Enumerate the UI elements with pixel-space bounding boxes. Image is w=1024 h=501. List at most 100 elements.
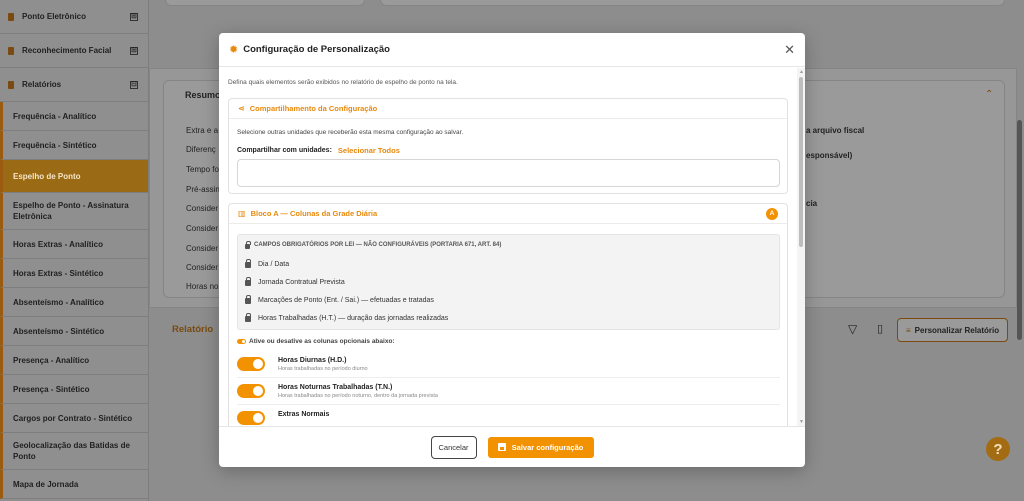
optional-column-name: Extras Normais: [278, 411, 330, 418]
bg-label: cia: [806, 199, 818, 208]
sidebar-item-label: Frequência - Analítico: [13, 111, 97, 121]
summary-title: Resumo: [185, 90, 221, 100]
sidebar-item-horas-extras-analitico[interactable]: Horas Extras - Analítico: [0, 230, 148, 259]
mandatory-item: Marcações de Ponto (Ent. / Sai.) — efetu…: [245, 291, 772, 309]
optional-label-text: Ative ou desative as colunas opcionais a…: [249, 338, 395, 345]
toggle-horas-noturnas[interactable]: [237, 384, 265, 398]
collapse-icon[interactable]: ⊟: [130, 80, 138, 89]
personalize-report-button[interactable]: ≡ Personalizar Relatório: [897, 318, 1009, 342]
mandatory-title-text: CAMPOS OBRIGATÓRIOS POR LEI — NÃO CONFIG…: [254, 242, 502, 248]
sidebar-item-frequencia-sintetico[interactable]: Frequência - Sintético: [0, 131, 148, 160]
document-icon[interactable]: ▯: [877, 322, 883, 335]
mandatory-item: Horas Trabalhadas (H.T.) — duração das j…: [245, 309, 772, 327]
modal-title: Configuração de Personalização: [243, 44, 390, 55]
optional-column-text: Extras Normais: [278, 411, 329, 418]
personalization-modal: ✹ Configuração de Personalização ✕ Defin…: [219, 33, 805, 467]
report-title: Relatório: [172, 324, 214, 335]
sidebar-group-ponto-eletronico[interactable]: Ponto Eletrônico ⊞: [0, 0, 148, 34]
mandatory-fields-box: CAMPOS OBRIGATÓRIOS POR LEI — NÃO CONFIG…: [237, 234, 780, 330]
sidebar-item-label: Presença - Analítico: [13, 355, 90, 365]
optional-column-desc: Horas trabalhadas no período noturno, de…: [278, 392, 438, 399]
sidebar-item-label: Espelho de Ponto - Assinatura Eletrônica: [13, 201, 129, 221]
modal-intro: Defina quais elementos serão exibidos no…: [228, 79, 458, 86]
share-section-title: Compartilhamento da Configuração: [249, 104, 378, 113]
sidebar: Ponto Eletrônico ⊞ Reconhecimento Facial…: [0, 0, 149, 501]
share-icon: ⋖: [238, 104, 245, 113]
optional-column-row: Horas Diurnas (H.D.) Horas trabalhadas n…: [237, 351, 780, 378]
bg-label: Pré-assin: [186, 185, 220, 194]
menu-group-icon: [8, 80, 14, 89]
block-a-header[interactable]: ▥ Bloco A — Colunas da Grade Diária A: [229, 204, 787, 224]
optional-column-row: Extras Normais: [237, 405, 780, 426]
sidebar-item-geolocalizacao[interactable]: Geolocalização das Batidas de Ponto: [0, 433, 148, 470]
sidebar-group-relatorios[interactable]: Relatórios ⊟: [0, 68, 148, 102]
modal-header: ✹ Configuração de Personalização ✕: [219, 33, 805, 67]
block-a-badge: A: [766, 207, 778, 220]
modal-footer: Cancelar Salvar configuração: [219, 426, 805, 467]
sidebar-item-espelho-de-ponto[interactable]: Espelho de Ponto: [0, 160, 148, 193]
mandatory-item: Jornada Contratual Prevista: [245, 273, 772, 291]
chevron-up-icon[interactable]: ⌃: [985, 89, 993, 100]
scroll-down-icon[interactable]: ▼: [799, 419, 804, 425]
cancel-button[interactable]: Cancelar: [430, 435, 477, 459]
sidebar-item-mapa-jornada[interactable]: Mapa de Jornada: [0, 470, 148, 499]
sidebar-item-label: Frequência - Sintético: [13, 140, 97, 150]
expand-icon[interactable]: ⊞: [130, 46, 138, 55]
bg-label: Consider: [186, 224, 219, 233]
sidebar-item-presenca-sintetico[interactable]: Presença - Sintético: [0, 375, 148, 404]
optional-column-name: Horas Diurnas (H.D.): [278, 356, 347, 364]
bg-top-card: [380, 0, 1005, 6]
sidebar-item-espelho-assinatura[interactable]: Espelho de Ponto - Assinatura Eletrônica: [0, 193, 148, 230]
optional-column-name: Horas Noturnas Trabalhadas (T.N.): [278, 383, 393, 391]
block-a-title: Bloco A — Colunas da Grade Diária: [250, 209, 378, 218]
select-all-link[interactable]: Selecionar Todos: [338, 146, 400, 155]
sidebar-item-frequencia-analitico[interactable]: Frequência - Analítico: [0, 102, 148, 131]
bg-label: Consider: [186, 244, 219, 253]
sidebar-item-presenca-analitico[interactable]: Presença - Analítico: [0, 346, 148, 375]
toggle-extras-normais[interactable]: [237, 411, 265, 425]
toggle-horas-diurnas[interactable]: [237, 357, 265, 371]
close-icon[interactable]: ✕: [784, 42, 795, 58]
gear-icon: ✹: [229, 44, 239, 56]
share-description: Selecione outras unidades que receberão …: [237, 129, 464, 136]
mandatory-item-label: Marcações de Ponto (Ent. / Sai.) — efetu…: [258, 296, 434, 304]
list-icon: ≡: [906, 325, 911, 335]
optional-columns-label: Ative ou desative as colunas opcionais a…: [237, 338, 395, 345]
units-multiselect[interactable]: [237, 159, 780, 187]
sidebar-item-label: Presença - Sintético: [13, 384, 90, 394]
mandatory-item-label: Dia / Data: [258, 260, 290, 268]
sidebar-group-label: Reconhecimento Facial: [22, 46, 112, 55]
bg-label: esponsável): [806, 151, 853, 160]
bg-label: Tempo fo: [186, 165, 219, 174]
scroll-up-icon[interactable]: ▲: [799, 69, 804, 75]
share-section: ⋖ Compartilhamento da Configuração Selec…: [228, 98, 788, 194]
save-config-button[interactable]: Salvar configuração: [487, 436, 594, 458]
expand-icon[interactable]: ⊞: [130, 12, 138, 21]
optional-column-desc: Horas trabalhadas no período diurno: [278, 365, 368, 372]
filter-icon[interactable]: ▽: [848, 322, 857, 336]
bg-label: Horas no: [186, 282, 219, 291]
modal-scroll-thumb[interactable]: [799, 77, 803, 247]
sidebar-item-label: Cargos por Contrato - Sintético: [13, 413, 133, 423]
mandatory-item: Dia / Data: [245, 255, 772, 273]
menu-group-icon: [8, 46, 14, 55]
columns-icon: ▥: [238, 209, 246, 218]
sidebar-item-absenteismo-sintetico[interactable]: Absenteísmo - Sintético: [0, 317, 148, 346]
sidebar-item-horas-extras-sintetico[interactable]: Horas Extras - Sintético: [0, 259, 148, 288]
personalize-report-label: Personalizar Relatório: [914, 325, 1000, 335]
lock-icon: [245, 259, 251, 268]
sidebar-item-cargos-contrato[interactable]: Cargos por Contrato - Sintético: [0, 404, 148, 433]
sidebar-item-absenteismo-analitico[interactable]: Absenteísmo - Analítico: [0, 288, 148, 317]
mandatory-item-label: Horas Trabalhadas (H.T.) — duração das j…: [258, 314, 449, 322]
menu-group-icon: [8, 12, 14, 21]
bg-top-card: [165, 0, 365, 6]
page-scrollbar[interactable]: [1017, 120, 1022, 340]
sidebar-group-reconhecimento-facial[interactable]: Reconhecimento Facial ⊞: [0, 34, 148, 68]
sidebar-item-label: Espelho de Ponto: [13, 171, 81, 181]
help-button[interactable]: ?: [986, 437, 1010, 461]
sidebar-item-label: Absenteísmo - Sintético: [13, 326, 105, 336]
lock-icon: [245, 240, 251, 249]
sidebar-item-label: Horas Extras - Analítico: [13, 239, 103, 249]
mandatory-fields-title: CAMPOS OBRIGATÓRIOS POR LEI — NÃO CONFIG…: [245, 240, 772, 249]
block-a-section: ▥ Bloco A — Colunas da Grade Diária A CA…: [228, 203, 788, 426]
